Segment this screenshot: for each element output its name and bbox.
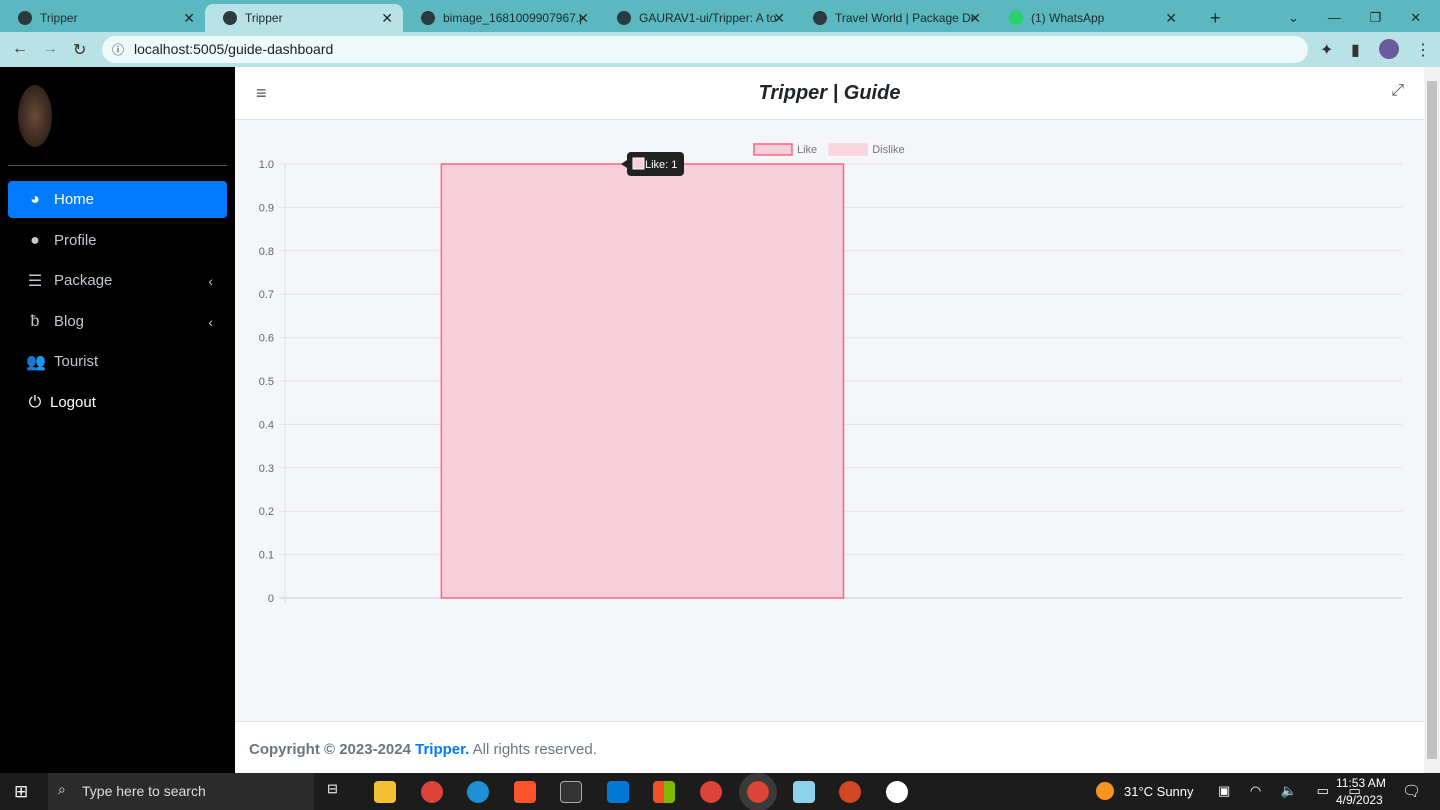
task-view-icon[interactable]: ⊟ [327,781,349,803]
user-icon: ● [30,231,40,249]
sidebar-item-profile[interactable]: ● Profile [8,222,227,259]
y-tick-label: 0.9 [259,202,274,214]
scrollbar[interactable] [1424,67,1440,773]
globe-icon [223,11,237,25]
close-icon[interactable]: ✕ [1165,10,1177,27]
sidebar-item-package[interactable]: ☰ Package ‹ [8,262,227,299]
bar-like [440,163,845,599]
github-icon [617,11,631,25]
chrome-icon[interactable] [421,781,443,803]
whatsapp-icon [1009,11,1023,25]
clock-time[interactable]: 11:53 AM [1336,776,1386,790]
y-tick-label: 0.6 [259,333,274,345]
legend-label: Dislike [872,144,904,156]
forward-icon[interactable]: → [42,40,58,58]
extensions-icon[interactable]: ✦ [1320,40,1333,60]
y-tick-label: 0.5 [259,376,274,388]
brave-icon[interactable] [514,781,536,803]
window-controls[interactable]: ⌄ — ❐ ✕ [1270,4,1421,32]
clock-date[interactable]: 4/9/2023 [1336,793,1383,807]
weather-sun-icon [1096,782,1114,800]
y-tick-label: 0.1 [259,550,274,562]
back-icon[interactable]: ← [12,40,28,58]
chrome-profile-icon[interactable] [700,781,722,803]
tooltip-shape [632,157,645,170]
brand-link[interactable]: Tripper. [415,741,469,758]
sidebar-item-blog[interactable]: ƀ Blog ‹ [8,303,227,340]
search-icon: ⌕ [58,781,66,797]
chevron-left-icon: ‹ [208,272,213,289]
copyright-text: Copyright © 2023-2024 [249,741,411,758]
notifications-icon[interactable]: 🗨 [1402,782,1421,800]
divider [8,165,227,166]
url-input[interactable]: ⓘ localhost:5005/guide-dashboard [102,36,1308,63]
y-tick-label: 0.8 [259,246,274,258]
close-icon[interactable]: ✕ [183,10,195,27]
users-icon: 👥 [26,353,46,371]
sidebar-item-home[interactable]: ◕ Home [8,181,227,218]
power-icon: ⏻ [28,393,42,411]
footer: Copyright © 2023-2024 Tripper. All right… [235,721,1424,773]
globe-icon [813,11,827,25]
y-tick-label: 0.3 [259,463,274,475]
info-icon: ⓘ [112,43,125,57]
browser-tab[interactable]: Tripper ✕ [205,4,403,32]
y-tick-label: 0 [268,593,274,605]
globe-icon [421,11,435,25]
address-bar-row: ← → ↻ ⓘ localhost:5005/guide-dashboard ✦ … [0,32,1440,67]
bar-chart: 0 0.1 0.2 0.3 0.4 0.5 0.6 0.7 0.8 0.9 1.0 Like Disli… [259,143,1402,605]
y-tick-label: 0.2 [259,506,274,518]
sidebar: ◕ Home ● Profile ☰ Package ‹ ƀ Blog ‹ 👥 Tourist… [0,67,235,773]
y-tick-label: 1.0 [259,159,274,171]
legend-swatch [828,143,868,156]
file-explorer-icon[interactable] [374,781,396,803]
rights-text: All rights reserved. [469,741,597,758]
mongodb-icon[interactable] [886,781,908,803]
close-icon[interactable]: ✕ [381,10,393,27]
y-tick-label: 0.4 [259,419,274,431]
legend-swatch [753,143,793,156]
scrollbar-thumb[interactable] [1427,81,1437,759]
close-icon[interactable]: ✕ [773,10,785,27]
avatar[interactable] [18,85,52,147]
sidepanel-icon[interactable]: ▮ [1351,40,1360,60]
profile-avatar[interactable] [1379,39,1399,59]
terminal-icon[interactable] [560,781,582,803]
close-icon[interactable]: ✕ [969,10,981,27]
powerpoint-icon[interactable] [839,781,861,803]
browser-tab[interactable]: GAURAV1-ui/Tripper: A tou ✕ [599,4,795,32]
taskbar: ⊞ ⌕ Type here to search ⊟ 31°C Sunny ▣ ◠ … [0,773,1440,810]
windows-start-icon[interactable]: ⊞ [14,782,28,802]
y-tick-label: 0.7 [259,289,274,301]
legend-label: Like [797,144,817,156]
browser-tab[interactable]: bimage_1681009907967.pn ✕ [403,4,599,32]
sidebar-item-tourist[interactable]: 👥 Tourist [8,343,227,380]
store-icon[interactable] [653,781,675,803]
fullscreen-icon[interactable]: ⤢ [1391,82,1404,100]
tooltip-text: Like: 1 [645,159,677,171]
page-title: Tripper | Guide [758,82,901,104]
weather-text[interactable]: 31°C Sunny [1124,784,1194,799]
header: ≡ Tripper | Guide ⤢ [235,67,1424,120]
edge-icon[interactable] [467,781,489,803]
tooltip: Like: 1 [621,152,684,176]
menu-icon[interactable]: ⋮ [1415,40,1431,60]
reload-icon[interactable]: ↻ [73,40,86,60]
chrome-active-icon[interactable] [739,773,777,810]
close-icon[interactable]: ✕ [577,10,589,27]
new-tab-button[interactable]: + [1192,4,1221,32]
sidebar-item-logout[interactable]: ⏻ Logout [8,384,227,421]
browser-tab[interactable]: Travel World | Package Det ✕ [795,4,991,32]
blog-icon: ƀ [30,312,40,330]
browser-tab[interactable]: Tripper ✕ [0,4,205,32]
bars-icon: ☰ [27,272,43,290]
gauge-icon: ◕ [30,190,40,208]
taskbar-search[interactable]: ⌕ Type here to search [48,773,314,810]
vscode-icon[interactable] [607,781,629,803]
notepad-icon[interactable] [793,781,815,803]
globe-icon [18,11,32,25]
chevron-left-icon: ‹ [208,313,213,330]
browser-tabbar: Tripper ✕ Tripper ✕ bimage_1681009907967.p… [0,0,1440,32]
browser-tab[interactable]: (1) WhatsApp ✕ [991,4,1187,32]
